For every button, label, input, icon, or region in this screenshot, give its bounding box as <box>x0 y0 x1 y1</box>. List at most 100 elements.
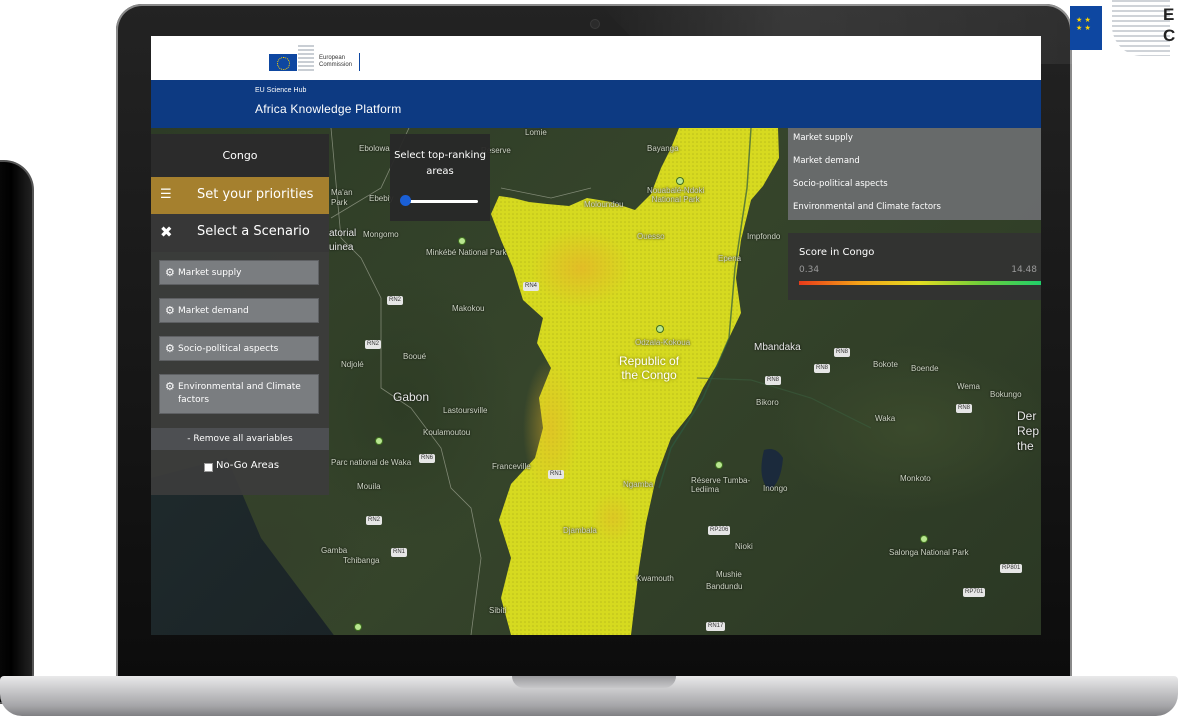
set-priorities-button[interactable]: ☰ Set your priorities <box>151 177 329 214</box>
camera-icon <box>591 20 599 28</box>
map-label: Lomie <box>525 128 547 137</box>
map-label: Franceville <box>492 462 531 471</box>
no-go-label: No-Go Areas <box>216 460 280 471</box>
map-label: Mbandaka <box>754 342 801 353</box>
road-shield: RN2 <box>387 296 404 305</box>
ec-stripes-icon <box>298 45 314 71</box>
select-scenario-label: Select a Scenario <box>197 224 310 239</box>
control-panel: Congo ☰ Set your priorities ✖ Select a S… <box>151 134 329 495</box>
map-label: Bandundu <box>706 582 743 591</box>
park-pin-icon[interactable] <box>376 438 382 444</box>
road-shield: RN8 <box>956 404 973 413</box>
legend-item[interactable]: Market supply <box>793 133 853 143</box>
laptop-screen: European Commission EU Science Hub Afric… <box>151 36 1041 635</box>
park-pin-icon[interactable] <box>355 624 361 630</box>
country-label-congo: Republic of the Congo <box>619 354 680 382</box>
road-shield: RN17 <box>706 622 726 631</box>
eu-flag-icon <box>1070 6 1102 50</box>
map-label: Sibiti <box>489 606 507 615</box>
laptop-notch <box>512 676 676 688</box>
road-shield: RN1 <box>391 548 408 557</box>
no-go-checkbox[interactable] <box>204 463 213 472</box>
road-shield: RP206 <box>708 526 731 535</box>
gear-icon: ⚙ <box>165 342 175 355</box>
road-shield: RN6 <box>419 454 436 463</box>
variable-label: Socio-political aspects <box>178 344 279 354</box>
map-label: Gabon <box>393 390 430 404</box>
map-label: Djambala <box>563 526 597 535</box>
map-label: Mouila <box>357 482 381 491</box>
map-label: Odzala-Kokoua <box>635 338 691 347</box>
map-label: Park <box>331 198 348 207</box>
variable-socio-political[interactable]: ⚙ Socio-political aspects <box>159 336 319 361</box>
variable-market-demand[interactable]: ⚙ Market demand <box>159 298 319 323</box>
sliders-icon: ☰ <box>160 187 172 202</box>
variable-label: Market demand <box>178 306 249 316</box>
tools-icon: ✖ <box>160 223 173 241</box>
map-label: Réserve Tumba- Lediima <box>691 476 751 494</box>
platform-title[interactable]: Africa Knowledge Platform <box>255 102 401 116</box>
map-label: Minkébé National Park <box>426 248 507 257</box>
park-pin-icon[interactable] <box>459 238 465 244</box>
selected-country[interactable]: Congo <box>151 134 329 177</box>
no-go-areas-toggle[interactable]: No-Go Areas <box>151 450 329 495</box>
park-pin-icon[interactable] <box>657 326 663 332</box>
map-label: Salonga National Park <box>889 548 969 557</box>
park-pin-icon[interactable] <box>716 462 722 468</box>
road-shield: RN1 <box>548 470 565 479</box>
map-label: Ouesso <box>637 232 665 241</box>
map-label: Ma'an <box>331 188 353 197</box>
road-shield: RN8 <box>834 348 851 357</box>
variable-legend: Market supply Market demand Socio-politi… <box>788 128 1041 220</box>
eu-flag-icon <box>269 54 297 71</box>
map-label: Bokungo <box>990 390 1022 399</box>
map-label: Waka <box>875 414 896 423</box>
road-shield: RN2 <box>366 516 383 525</box>
score-min: 0.34 <box>799 265 820 275</box>
park-pin-icon[interactable] <box>921 536 927 542</box>
map-label: Monkoto <box>900 474 931 483</box>
variable-label: Market supply <box>178 268 242 278</box>
ec-divider <box>359 53 360 71</box>
score-max: 14.48 <box>1011 265 1037 275</box>
road-shield: RP801 <box>1000 564 1023 573</box>
legend-item[interactable]: Market demand <box>793 156 860 166</box>
tablet-device-frame <box>0 160 34 704</box>
hub-subtitle[interactable]: EU Science Hub <box>255 87 306 94</box>
road-shield: RN8 <box>765 376 782 385</box>
score-title: Score in Congo <box>799 247 875 258</box>
map-label: Boende <box>911 364 939 373</box>
map-label: Makokou <box>452 304 485 313</box>
remove-all-variables-button[interactable]: - Remove all avariables <box>151 428 329 450</box>
variable-label: Environmental and Climate factors <box>178 382 301 405</box>
score-legend: Score in Congo 0.34 14.48 <box>788 233 1041 300</box>
river-ubangi <box>696 377 872 429</box>
ec-stripes-icon <box>1112 0 1170 56</box>
top-ranking-slider-thumb[interactable] <box>400 195 411 206</box>
map-label: Kwamouth <box>636 574 674 583</box>
map-label: Lastoursville <box>443 406 488 415</box>
map-label: Epena <box>718 254 742 263</box>
map-label: Wema <box>957 382 980 391</box>
variable-environmental[interactable]: ⚙ Environmental and Climate factors <box>159 374 319 414</box>
select-scenario-button[interactable]: ✖ Select a Scenario <box>151 214 329 252</box>
map-label: Der Rep the <box>1017 409 1040 453</box>
map-label: atorial <box>329 228 357 239</box>
road-shield: RN4 <box>523 282 540 291</box>
variable-market-supply[interactable]: ⚙ Market supply <box>159 260 319 285</box>
top-ranking-slider-track[interactable] <box>402 200 478 203</box>
map-label: Ebolowa <box>359 144 390 153</box>
legend-item[interactable]: Socio-political aspects <box>793 179 888 189</box>
map-label: Mongomo <box>363 230 399 239</box>
road-shield: RN8 <box>814 364 831 373</box>
ec-header: European Commission <box>151 36 1041 80</box>
park-pin-icon[interactable] <box>677 178 683 184</box>
gear-icon: ⚙ <box>165 304 175 317</box>
map-label: Impfondo <box>747 232 781 241</box>
map-label: Tchibanga <box>343 556 380 565</box>
legend-item[interactable]: Environmental and Climate factors <box>793 202 941 212</box>
map-label: uinea <box>329 242 354 253</box>
map-label: Booué <box>403 352 427 361</box>
corner-logo-letters: E C <box>1163 5 1176 45</box>
road-shield: RP701 <box>963 588 986 597</box>
